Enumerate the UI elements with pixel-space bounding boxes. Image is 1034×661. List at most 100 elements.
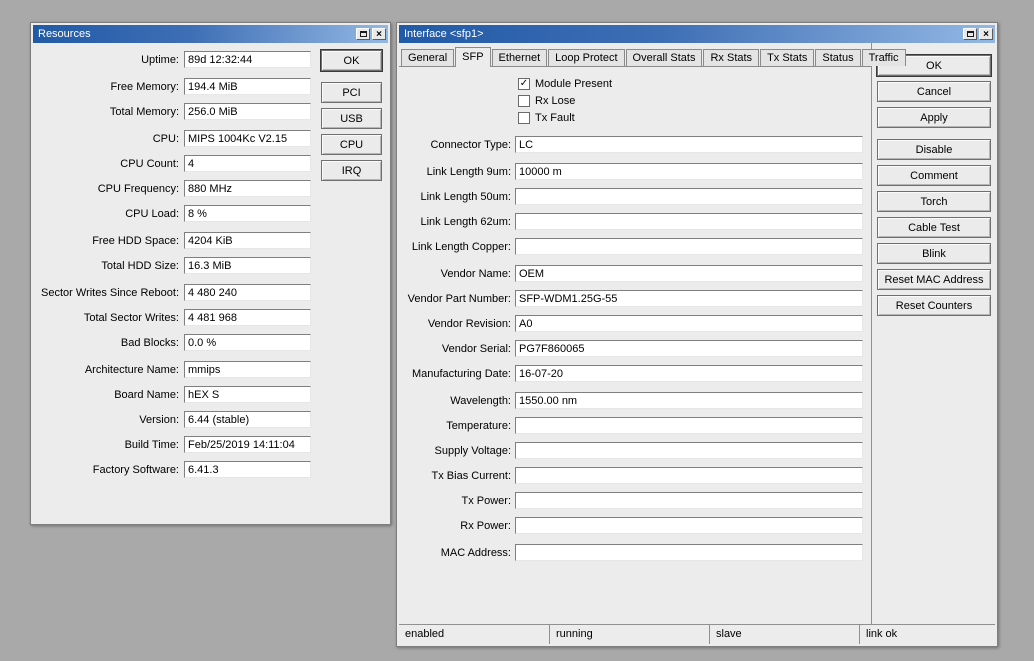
field-row: Build Time: [41,436,311,453]
module-present-checkbox[interactable]: ✓ [518,77,530,90]
tab-sfp[interactable]: SFP [455,47,491,67]
connector-type-label: Connector Type: [430,138,511,151]
temperature-field[interactable] [515,417,863,434]
link-length-copper-field[interactable] [515,238,863,255]
interface-tab-pane: General SFP Ethernet Loop Protect Overal… [399,43,906,624]
architecture-name-field[interactable] [184,361,311,378]
vendor-part-number-field[interactable] [515,290,863,307]
field-row: CPU Count: [41,155,311,172]
factory-software-field[interactable] [184,461,311,478]
field-row: Uptime: [41,51,311,68]
field-row: Bad Blocks: [41,334,311,351]
ok-button[interactable]: OK [320,49,383,72]
link-length-9um-field[interactable] [515,163,863,180]
cpu-frequency-label: CPU Frequency: [97,182,179,195]
tab-ethernet[interactable]: Ethernet [491,49,548,66]
field-row: Board Name: [41,386,311,403]
cpu-count-label: CPU Count: [120,157,179,170]
resources-button-column: OK PCI USB CPU IRQ [320,49,383,186]
tx-bias-current-field[interactable] [515,467,863,484]
field-row: Vendor Name: [403,265,871,282]
total-memory-field[interactable] [184,103,311,120]
total-sector-writes-label: Total Sector Writes: [83,311,179,324]
cpu-button[interactable]: CPU [321,134,382,155]
rx-lose-checkbox[interactable] [518,94,530,107]
cpu-frequency-field[interactable] [184,180,311,197]
sfp-status-checkboxes: ✓ Module Present Rx Lose Tx Fault [518,77,871,124]
tx-power-field[interactable] [515,492,863,509]
cancel-button[interactable]: Cancel [877,81,991,102]
wavelength-label: Wavelength: [450,394,511,407]
status-running: running [550,625,710,644]
link-length-62um-field[interactable] [515,213,863,230]
vendor-serial-label: Vendor Serial: [441,342,511,355]
tab-general[interactable]: General [401,49,455,66]
checkbox-row: Rx Lose [518,94,871,107]
build-time-field[interactable] [184,436,311,453]
vendor-name-field[interactable] [515,265,863,282]
total-memory-label: Total Memory: [109,105,179,118]
rx-power-field[interactable] [515,517,863,534]
cable-test-button[interactable]: Cable Test [877,217,991,238]
board-name-field[interactable] [184,386,311,403]
wavelength-field[interactable] [515,392,863,409]
free-hdd-space-field[interactable] [184,232,311,249]
field-row: Tx Power: [403,492,871,509]
reset-counters-button[interactable]: Reset Counters [877,295,991,316]
torch-button[interactable]: Torch [877,191,991,212]
tab-overall-stats[interactable]: Overall Stats [625,49,703,66]
tab-rx-stats[interactable]: Rx Stats [703,49,760,66]
status-link: link ok [866,628,898,640]
uptime-field[interactable] [184,51,311,68]
field-row: Factory Software: [41,461,311,478]
tab-tx-stats[interactable]: Tx Stats [760,49,815,66]
manufacturing-date-field[interactable] [515,365,863,382]
interface-titlebar[interactable]: Interface <sfp1> × [399,25,995,43]
pci-button[interactable]: PCI [321,82,382,103]
field-row: Link Length 62um: [403,213,871,230]
bad-blocks-field[interactable] [184,334,311,351]
resources-close-button[interactable]: × [372,28,386,40]
field-row: Free Memory: [41,78,311,95]
disable-button[interactable]: Disable [877,139,991,160]
version-field[interactable] [184,411,311,428]
apply-button[interactable]: Apply [877,107,991,128]
cpu-count-field[interactable] [184,155,311,172]
total-hdd-size-field[interactable] [184,257,311,274]
link-length-50um-field[interactable] [515,188,863,205]
link-length-copper-label: Link Length Copper: [411,240,511,253]
tab-traffic[interactable]: Traffic [861,49,906,66]
mac-address-field[interactable] [515,544,863,561]
supply-voltage-field[interactable] [515,442,863,459]
cpu-load-field[interactable] [184,205,311,222]
interface-close-button[interactable]: × [979,28,993,40]
resources-maximize-button[interactable] [356,28,370,40]
interface-maximize-button[interactable] [963,28,977,40]
irq-button[interactable]: IRQ [321,160,382,181]
field-row: Total Sector Writes: [41,309,311,326]
comment-button[interactable]: Comment [877,165,991,186]
total-sector-writes-field[interactable] [184,309,311,326]
vendor-serial-field[interactable] [515,340,863,357]
sector-writes-since-reboot-field[interactable] [184,284,311,301]
field-row: CPU: [41,130,311,147]
reset-mac-address-button[interactable]: Reset MAC Address [877,269,991,290]
uptime-label: Uptime: [141,53,179,66]
resources-titlebar[interactable]: Resources × [33,25,388,43]
sfp-form: ✓ Module Present Rx Lose Tx Fault Connec… [399,66,871,624]
maximize-icon [966,31,974,37]
tab-loop-protect[interactable]: Loop Protect [548,49,625,66]
connector-type-field[interactable] [515,136,863,153]
usb-button[interactable]: USB [321,108,382,129]
free-memory-field[interactable] [184,78,311,95]
field-row: Sector Writes Since Reboot: [41,284,311,301]
blink-button[interactable]: Blink [877,243,991,264]
vendor-revision-field[interactable] [515,315,863,332]
field-row: Supply Voltage: [403,442,871,459]
cpu-field[interactable] [184,130,311,147]
close-icon: × [983,28,989,40]
checkbox-row: ✓ Module Present [518,77,871,90]
checkbox-row: Tx Fault [518,111,871,124]
tx-fault-checkbox[interactable] [518,111,530,124]
tab-status[interactable]: Status [815,49,861,66]
